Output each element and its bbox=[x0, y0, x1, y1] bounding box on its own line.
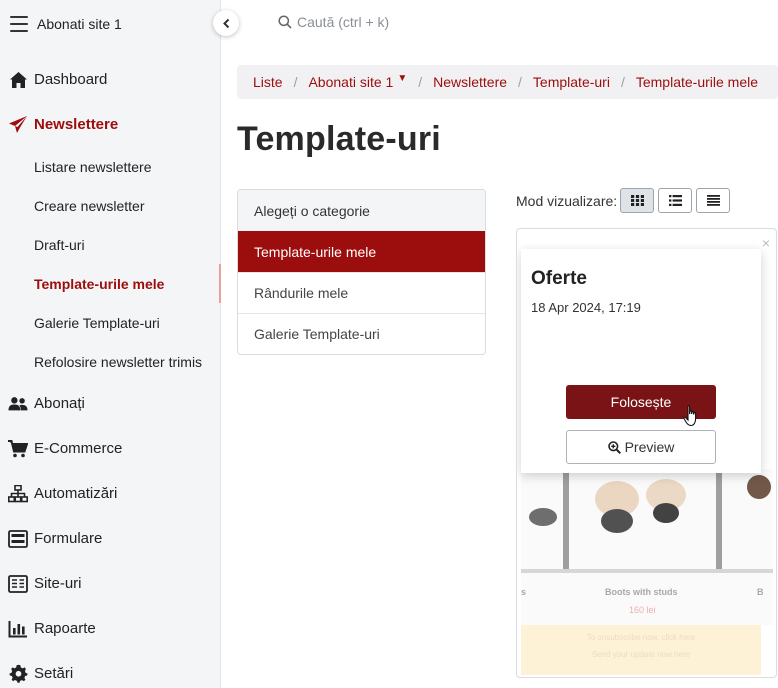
sidebar-item-automatizari[interactable]: Automatizări bbox=[0, 471, 221, 516]
breadcrumb-separator: / bbox=[518, 74, 522, 90]
breadcrumb-separator: / bbox=[620, 74, 625, 90]
chevron-left-icon bbox=[222, 18, 229, 28]
sidebar-item-label: Rapoarte bbox=[34, 620, 96, 637]
sidebar-item-label: Abonați bbox=[34, 395, 85, 412]
sidebar-item-label: Newslettere bbox=[34, 116, 119, 133]
template-card[interactable]: × s Boots with studs B 160 lei To unsubs… bbox=[516, 228, 777, 678]
sidebar-item-dashboard[interactable]: Dashboard bbox=[0, 57, 221, 102]
close-icon[interactable]: × bbox=[762, 235, 770, 251]
sidebar-item-label: E-Commerce bbox=[34, 440, 123, 457]
template-name: Oferte bbox=[531, 268, 587, 289]
sidebar-item-label: Automatizări bbox=[34, 485, 118, 502]
bar-chart-icon bbox=[8, 619, 28, 639]
view-list-button[interactable] bbox=[658, 188, 692, 213]
sidebar-item-label: Dashboard bbox=[34, 71, 108, 88]
breadcrumb-item-liste[interactable]: Liste bbox=[253, 74, 283, 90]
sidebar-item-e-commerce[interactable]: E-Commerce bbox=[0, 426, 221, 471]
breadcrumb-item-template-urile-mele[interactable]: Template-urile mele bbox=[636, 74, 758, 90]
sidebar-item-abonati[interactable]: Abonați bbox=[0, 381, 221, 426]
search-icon bbox=[278, 15, 292, 29]
sidebar-item-rapoarte[interactable]: Rapoarte bbox=[0, 606, 221, 651]
sidebar-subitem-draft-uri[interactable]: Draft-uri bbox=[0, 225, 221, 264]
sidebar-subitem-label: Creare newsletter bbox=[34, 197, 145, 214]
sidebar-subitem-galerie-template-uri[interactable]: Galerie Template-uri bbox=[0, 303, 221, 342]
breadcrumb-item-newslettere[interactable]: Newslettere bbox=[433, 74, 507, 90]
sidebar-subitem-label: Refolosire newsletter trimis bbox=[34, 353, 203, 370]
sidebar-item-label: Site-uri bbox=[34, 575, 82, 592]
hamburger-menu-icon[interactable] bbox=[10, 15, 28, 32]
thumbnail-banner-line: To unsubscribe now, click here bbox=[586, 633, 696, 642]
sidebar-subitem-refolosire-newsletter[interactable]: Refolosire newsletter trimis bbox=[0, 342, 221, 381]
view-grid-button[interactable] bbox=[620, 188, 654, 213]
template-hover-overlay: Oferte 18 Apr 2024, 17:19 Folosește Prev… bbox=[521, 249, 761, 473]
thumbnail-banner-line: Send your update now here bbox=[591, 650, 691, 659]
sitemap-icon bbox=[8, 484, 28, 504]
preview-template-label: Preview bbox=[624, 439, 675, 455]
gear-icon bbox=[8, 664, 28, 684]
thumbnail-price: 160 lei bbox=[629, 605, 656, 615]
breadcrumb: Liste / Abonati site 1 ▼ / Newslettere /… bbox=[237, 65, 778, 99]
home-icon bbox=[8, 70, 28, 90]
list-icon bbox=[668, 195, 682, 206]
account-title[interactable]: Abonati site 1 bbox=[37, 16, 122, 32]
sidebar-item-label: Formulare bbox=[34, 530, 103, 547]
breadcrumb-item-template-uri[interactable]: Template-uri bbox=[533, 74, 610, 90]
template-date: 18 Apr 2024, 17:19 bbox=[531, 300, 641, 315]
thumbnail-caption-left: s bbox=[521, 587, 527, 597]
sidebar-subitem-label: Draft-uri bbox=[34, 236, 85, 253]
sidebar-item-formulare[interactable]: Formulare bbox=[0, 516, 221, 561]
thumbnail-product-name: Boots with studs bbox=[605, 587, 678, 597]
category-item-galerie-template-uri[interactable]: Galerie Template-uri bbox=[238, 313, 485, 354]
template-thumbnail: s Boots with studs B 160 lei To unsubscr… bbox=[521, 469, 773, 675]
sidebar-subitem-template-urile-mele[interactable]: Template-urile mele bbox=[0, 264, 221, 303]
category-list: Alegeți o categorie Template-urile mele … bbox=[237, 189, 486, 355]
sidebar-header: Abonati site 1 bbox=[0, 0, 221, 47]
search-input[interactable]: Caută (ctrl + k) bbox=[278, 14, 389, 30]
sidebar-item-newslettere[interactable]: Newslettere bbox=[0, 102, 221, 147]
breadcrumb-separator: / bbox=[418, 74, 423, 90]
page-title: Template-uri bbox=[237, 120, 441, 158]
users-icon bbox=[8, 394, 28, 414]
breadcrumb-separator: / bbox=[293, 74, 298, 90]
form-icon bbox=[8, 529, 28, 549]
zoom-in-icon bbox=[607, 440, 621, 454]
category-item-randurile-mele[interactable]: Rândurile mele bbox=[238, 272, 485, 313]
view-mode-label: Mod vizualizare: bbox=[516, 193, 618, 209]
breadcrumb-item-abonati[interactable]: Abonati site 1 bbox=[308, 74, 393, 90]
website-icon bbox=[8, 574, 28, 594]
category-list-header: Alegeți o categorie bbox=[238, 190, 485, 231]
sidebar-item-label: Setări bbox=[34, 665, 74, 682]
sidebar-subitem-label: Galerie Template-uri bbox=[34, 314, 160, 331]
compact-list-icon bbox=[706, 195, 720, 206]
sidebar-item-site-uri[interactable]: Site-uri bbox=[0, 561, 221, 606]
product-grid-image bbox=[521, 469, 773, 625]
collapse-sidebar-button[interactable] bbox=[213, 10, 239, 36]
caret-down-icon[interactable]: ▼ bbox=[397, 73, 407, 84]
thumbnail-caption-right: B bbox=[757, 587, 764, 597]
sidebar-subitem-label: Listare newslettere bbox=[34, 158, 152, 175]
grid-icon bbox=[630, 195, 644, 206]
sidebar-subitem-label: Template-urile mele bbox=[34, 275, 165, 292]
thumbnail-footer-banner: To unsubscribe now, click here Send your… bbox=[521, 625, 761, 675]
sidebar-subitem-creare-newsletter[interactable]: Creare newsletter bbox=[0, 186, 221, 225]
view-compact-button[interactable] bbox=[696, 188, 730, 213]
category-item-template-urile-mele[interactable]: Template-urile mele bbox=[238, 231, 485, 272]
sidebar: Abonati site 1 Dashboard Newslettere Lis… bbox=[0, 0, 221, 688]
sidebar-subitem-listare-newslettere[interactable]: Listare newslettere bbox=[0, 147, 221, 186]
use-template-label: Folosește bbox=[610, 394, 672, 410]
search-placeholder: Caută (ctrl + k) bbox=[297, 14, 390, 30]
sidebar-item-setari[interactable]: Setări bbox=[0, 651, 221, 688]
hand-cursor-icon bbox=[683, 405, 697, 427]
paper-plane-icon bbox=[8, 115, 28, 135]
cart-icon bbox=[8, 439, 28, 459]
preview-template-button[interactable]: Preview bbox=[566, 430, 716, 464]
